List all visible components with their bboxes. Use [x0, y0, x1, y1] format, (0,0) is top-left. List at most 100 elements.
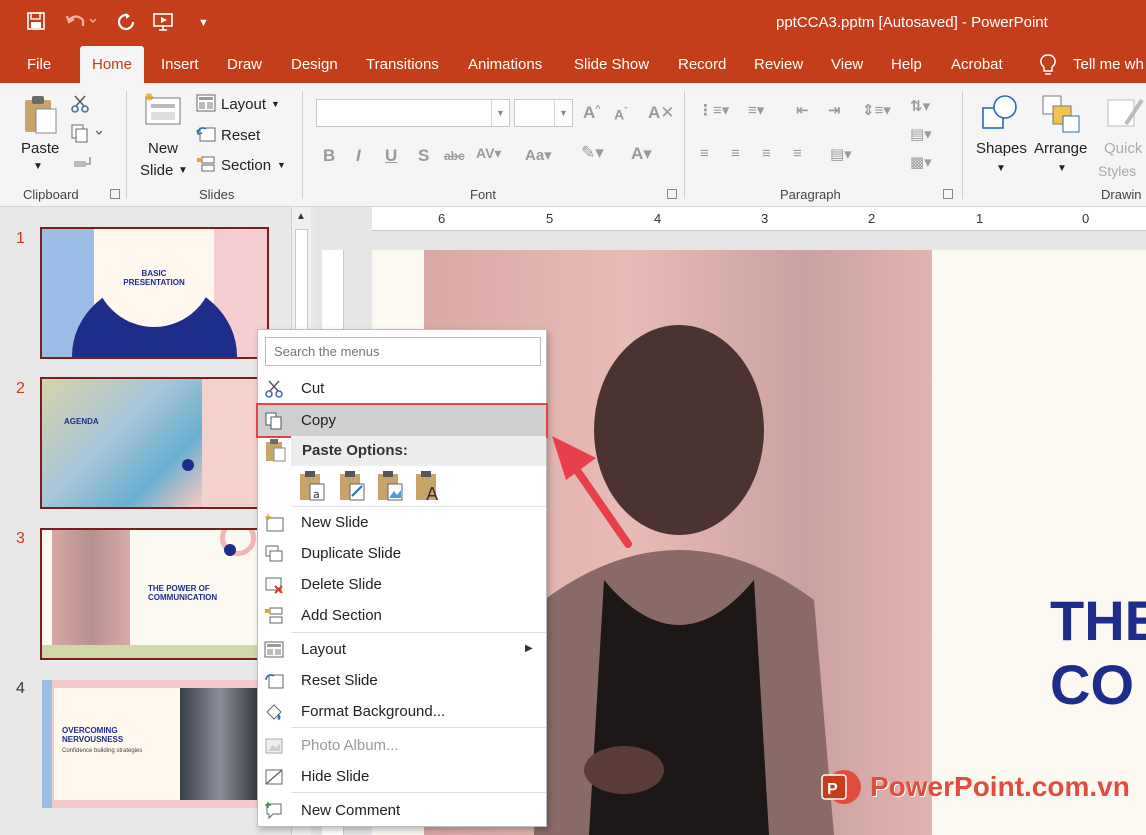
tab-transitions[interactable]: Transitions: [366, 46, 439, 83]
menu-item-copy[interactable]: Copy: [256, 403, 548, 438]
font-launcher-icon[interactable]: [667, 189, 677, 199]
new-slide-dropdown-icon[interactable]: ▼: [178, 165, 188, 176]
menu-item-add-section[interactable]: Add Section: [258, 600, 546, 631]
menu-search-input[interactable]: [265, 337, 541, 366]
arrange-button[interactable]: Arrange: [1034, 140, 1087, 157]
increase-indent-icon[interactable]: ⇥: [828, 101, 841, 119]
decrease-font-size-icon[interactable]: Aˇ: [614, 106, 627, 123]
columns-icon[interactable]: ▤▾: [830, 145, 852, 163]
paste-keep-source-formatting-icon[interactable]: [338, 470, 366, 502]
tab-home[interactable]: Home: [80, 46, 145, 83]
new-slide-label-1[interactable]: New: [148, 140, 178, 157]
new-slide-icon[interactable]: [142, 92, 184, 133]
present-from-start-icon[interactable]: [152, 12, 176, 34]
layout-dropdown-icon[interactable]: ▼: [271, 99, 280, 109]
paste-button[interactable]: Paste: [21, 140, 59, 157]
font-size-dropdown-icon[interactable]: ▼: [554, 100, 572, 126]
increase-font-size-icon[interactable]: A^: [583, 103, 601, 123]
menu-item-new-slide[interactable]: New Slide: [258, 507, 546, 538]
tab-draw[interactable]: Draw: [227, 46, 262, 83]
font-size-combo[interactable]: ▼: [514, 99, 573, 127]
clipboard-launcher-icon[interactable]: [110, 189, 120, 199]
line-spacing-icon[interactable]: ⇕≡▾: [862, 101, 891, 119]
customize-qat-icon[interactable]: ▼: [198, 12, 209, 34]
align-left-icon[interactable]: ≡: [700, 145, 709, 162]
smartart-icon[interactable]: ▩▾: [910, 153, 932, 171]
layout-button[interactable]: Layout: [221, 96, 266, 113]
font-name-dropdown-icon[interactable]: ▼: [491, 100, 509, 126]
align-right-icon[interactable]: ≡: [762, 145, 771, 162]
quick-styles-label-2[interactable]: Styles: [1098, 163, 1136, 179]
text-direction-icon[interactable]: ⇅▾: [910, 97, 930, 115]
underline-icon[interactable]: U: [385, 146, 397, 166]
scrollbar-thumb[interactable]: [295, 229, 308, 339]
menu-item-delete-slide[interactable]: Delete Slide: [258, 569, 546, 600]
font-name-combo[interactable]: ▼: [316, 99, 510, 127]
menu-item-cut[interactable]: Cut: [258, 373, 546, 404]
scroll-up-icon[interactable]: ▲: [296, 211, 306, 222]
tab-view[interactable]: View: [831, 46, 863, 83]
quick-styles-label-1[interactable]: Quick: [1104, 140, 1142, 157]
menu-item-reset-slide[interactable]: Reset Slide: [258, 665, 546, 696]
shapes-dropdown-icon[interactable]: ▼: [996, 163, 1006, 174]
menu-item-format-background[interactable]: Format Background...: [258, 696, 546, 727]
tell-me-search[interactable]: Tell me wh: [1073, 46, 1144, 83]
menu-item-duplicate-slide[interactable]: Duplicate Slide: [258, 538, 546, 569]
paste-use-destination-theme-icon[interactable]: a: [298, 470, 326, 502]
shapes-button[interactable]: Shapes: [976, 140, 1027, 157]
character-spacing-icon[interactable]: AV▾: [476, 145, 501, 162]
save-icon[interactable]: [27, 12, 45, 34]
tab-review[interactable]: Review: [754, 46, 803, 83]
section-button[interactable]: Section: [221, 157, 271, 174]
slide-thumbnail-1[interactable]: BASIC PRESENTATION: [40, 227, 269, 359]
paste-icon[interactable]: [22, 95, 58, 140]
section-icon[interactable]: [196, 155, 216, 178]
text-shadow-icon[interactable]: S: [418, 146, 429, 166]
italic-icon[interactable]: I: [356, 146, 361, 166]
strikethrough-icon[interactable]: abc: [444, 149, 465, 163]
tab-record[interactable]: Record: [678, 46, 726, 83]
reset-icon[interactable]: [196, 125, 216, 148]
reset-button[interactable]: Reset: [221, 127, 260, 144]
new-slide-label-2[interactable]: Slide: [140, 162, 173, 179]
font-color-icon[interactable]: A▾: [631, 144, 652, 164]
tab-file[interactable]: File: [27, 46, 51, 83]
justify-icon[interactable]: ≡: [793, 145, 802, 162]
cut-icon[interactable]: [70, 94, 90, 119]
menu-item-new-comment[interactable]: New Comment: [258, 795, 546, 826]
paste-picture-icon[interactable]: [376, 470, 404, 502]
align-text-icon[interactable]: ▤▾: [910, 125, 932, 143]
change-case-icon[interactable]: Aa▾: [525, 146, 552, 164]
tab-insert[interactable]: Insert: [161, 46, 199, 83]
layout-icon[interactable]: [196, 94, 216, 117]
tab-help[interactable]: Help: [891, 46, 922, 83]
slide-thumbnail-4[interactable]: OVERCOMING NERVOUSNESS Confidence buildi…: [42, 680, 267, 808]
highlight-color-icon[interactable]: ✎▾: [581, 143, 604, 163]
redo-icon[interactable]: [116, 12, 136, 34]
paste-keep-text-only-icon[interactable]: A: [414, 470, 442, 505]
paste-dropdown-icon[interactable]: ▼: [33, 161, 43, 172]
bold-icon[interactable]: B: [323, 146, 335, 166]
copy-icon[interactable]: [70, 123, 103, 148]
bullets-icon[interactable]: ⋮≡▾: [698, 101, 729, 119]
paragraph-launcher-icon[interactable]: [943, 189, 953, 199]
numbering-icon[interactable]: ≡▾: [748, 101, 764, 119]
undo-icon[interactable]: [65, 12, 98, 34]
clear-formatting-icon[interactable]: A✕: [648, 103, 675, 123]
tab-animations[interactable]: Animations: [468, 46, 542, 83]
section-dropdown-icon[interactable]: ▼: [277, 160, 286, 170]
arrange-icon[interactable]: [1041, 94, 1081, 139]
menu-item-layout[interactable]: Layout ▶: [258, 634, 546, 665]
slide-thumbnail-3[interactable]: THE POWER OF COMMUNICATION: [40, 528, 269, 660]
decrease-indent-icon[interactable]: ⇤: [796, 101, 809, 119]
format-painter-icon[interactable]: [72, 153, 92, 178]
align-center-icon[interactable]: ≡: [731, 145, 740, 162]
slide-thumbnail-2[interactable]: AGENDA: [40, 377, 269, 509]
tab-design[interactable]: Design: [291, 46, 338, 83]
tab-slide-show[interactable]: Slide Show: [574, 46, 649, 83]
arrange-dropdown-icon[interactable]: ▼: [1057, 163, 1067, 174]
quick-styles-icon[interactable]: [1106, 94, 1146, 139]
shapes-icon[interactable]: [980, 94, 1020, 139]
menu-item-hide-slide[interactable]: Hide Slide: [258, 761, 546, 792]
tab-acrobat[interactable]: Acrobat: [951, 46, 1003, 83]
